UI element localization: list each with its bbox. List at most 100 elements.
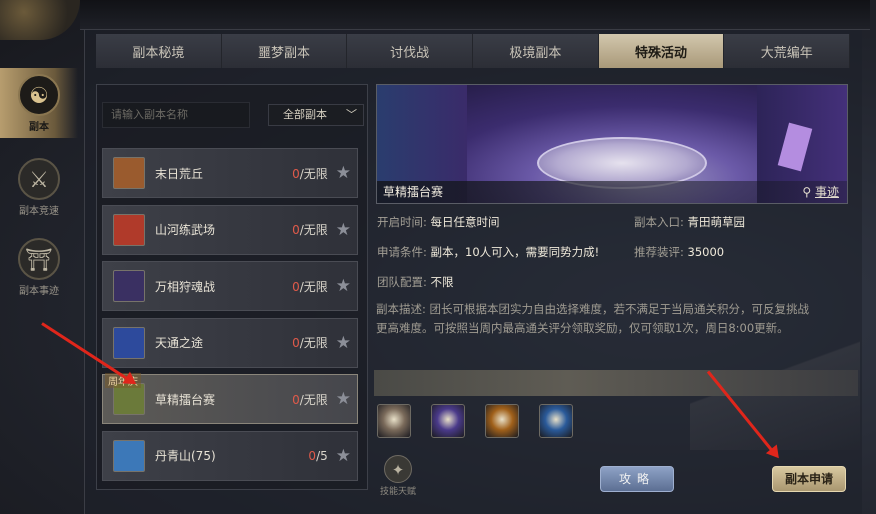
entry-limit: /无限 [299,166,328,181]
favorite-star-icon[interactable]: ★ [336,446,351,466]
nav-speedrun-label: 副本竞速 [19,206,59,217]
banner-caption-strip [377,181,847,203]
open-time-row: 开启时间: 每日任意时间 [377,214,500,230]
entry-count: 0/无限 [292,165,328,182]
open-time-value: 每日任意时间 [430,215,500,229]
gear-value: 35000 [687,245,725,259]
entry-count: 0/5 [308,449,327,463]
records-link[interactable]: ⚲ 事迹 [802,183,839,200]
skill-talent-button[interactable]: ✦ 技能天赋 [376,455,420,497]
entrance-label: 副本入口: [634,215,684,229]
entrance-row: 副本入口: 青田萌草园 [634,214,745,230]
dungeon-thumbnail-icon [113,213,145,246]
favorite-star-icon[interactable]: ★ [336,163,351,183]
nav-records-label: 副本事迹 [19,286,59,297]
guide-button[interactable]: 攻略 [600,466,674,492]
entry-done: 0 [292,223,300,237]
filter-selected-value: 全部副本 [283,108,327,121]
open-time-label: 开启时间: [377,215,427,229]
filter-dropdown[interactable]: 全部副本 ﹀ [268,104,364,126]
banner-title: 草精擂台赛 [383,185,444,199]
dungeon-name: 山河练武场 [155,223,216,237]
speedrun-icon: ⚔ [18,158,60,200]
tab-nightmare[interactable]: 噩梦副本 [221,34,348,68]
dungeon-list-item[interactable]: 山河练武场 0/无限 ★ [102,204,358,255]
team-row: 团队配置: 不限 [377,274,454,290]
dungeon-list-item[interactable]: 丹青山(75) 0/5 ★ [102,430,358,481]
entry-limit: /5 [316,448,328,463]
favorite-star-icon[interactable]: ★ [336,389,351,409]
tab-crusade[interactable]: 讨伐战 [347,34,474,68]
favorite-star-icon[interactable]: ★ [336,333,351,353]
magic-hands-reward-icon[interactable] [431,404,465,438]
entry-done: 0 [292,392,300,407]
magnifier-icon: ⚲ [802,185,812,199]
entry-done: 0 [292,279,300,294]
game-window: ☯ 副本 ⚔ 副本竞速 ⛩ 副本事迹 副本秘境 噩梦副本 讨伐战 极境副本 特殊… [0,0,876,514]
dungeon-icon: ☯ [18,74,60,116]
apply-dungeon-button[interactable]: 副本申请 [772,466,846,492]
dungeon-thumbnail-icon [113,439,145,472]
title-bar [80,0,870,30]
entry-done: 0 [292,336,300,350]
tab-secret-realm[interactable]: 副本秘境 [96,34,222,68]
dungeon-name: 丹青山(75) [155,449,216,463]
talent-icon: ✦ [384,455,412,483]
entry-done: 0 [308,448,317,463]
dungeon-name: 草精擂台赛 [155,392,216,407]
entry-limit: /无限 [299,336,328,350]
condition-row: 申请条件: 副本，10人可入，需要同势力成! [377,244,599,260]
entry-limit: /无限 [299,392,328,407]
dungeon-name: 万相狩魂战 [155,279,216,294]
dungeon-thumbnail-icon [113,270,145,302]
nav-records[interactable]: ⛩ 副本事迹 [0,232,78,302]
entry-limit: /无限 [299,223,328,237]
entry-count: 0/无限 [292,221,328,238]
dungeon-list-item[interactable]: 万相狩魂战 0/无限 ★ [102,261,358,311]
favorite-star-icon[interactable]: ★ [336,276,351,296]
dungeon-list-item[interactable]: 周年庆草精擂台赛0/无限★ [102,373,358,424]
description-text: 团长可根据本团实力自由选择难度，若不满足于当局通关积分，可反复挑战更高难度。可按… [376,302,810,335]
dungeon-list-item[interactable]: 末日荒丘 0/无限 ★ [102,148,358,198]
search-input[interactable]: 请输入副本名称 [102,102,250,128]
left-nav: ☯ 副本 ⚔ 副本竞速 ⛩ 副本事迹 [0,60,80,360]
sword-orb-reward-icon[interactable] [539,404,573,438]
dungeon-banner: 草精擂台赛 ⚲ 事迹 [376,84,848,204]
condition-label: 申请条件: [377,245,427,259]
talent-label: 技能天赋 [379,487,416,497]
condition-value: 副本，10人可入，需要同势力成! [430,245,600,259]
tab-bar: 副本秘境 噩梦副本 讨伐战 极境副本 特殊活动 大荒编年 [96,34,851,68]
chevron-down-icon: ﹀ [346,108,357,121]
team-label: 团队配置: [377,275,427,289]
favorite-star-icon[interactable]: ★ [336,220,351,240]
description-label: 副本描述: [376,302,426,316]
tab-extreme[interactable]: 极境副本 [473,34,599,68]
team-value: 不限 [430,275,454,289]
dungeon-list-item[interactable]: 天通之途 0/无限 ★ [102,317,358,368]
entrance-value: 青田萌草园 [687,215,746,229]
tab-chronicle[interactable]: 大荒编年 [724,34,851,68]
nav-dungeon-label: 副本 [29,122,49,133]
entry-count: 0/无限 [292,334,328,351]
gear-label: 推荐装评: [634,245,684,259]
entry-count: 0/无限 [292,278,328,295]
reward-list [377,404,573,438]
records-icon: ⛩ [18,238,60,280]
fire-orb-reward-icon[interactable] [485,404,519,438]
dungeon-name: 天通之途 [155,336,204,350]
dungeon-name: 末日荒丘 [155,166,204,181]
entry-count: 0/无限 [292,391,328,408]
entry-limit: /无限 [299,279,328,294]
gear-row: 推荐装评: 35000 [634,244,724,260]
dungeon-description: 副本描述: 团长可根据本团实力自由选择难度，若不满足于当局通关积分，可反复挑战更… [376,300,812,338]
entry-done: 0 [292,166,300,181]
records-link-label: 事迹 [814,185,839,199]
dungeon-thumbnail-icon [113,157,145,189]
dungeon-list: 末日荒丘0/无限★山河练武场0/无限★万相狩魂战0/无限★天通之途0/无限★周年… [102,148,358,487]
nav-speedrun[interactable]: ⚔ 副本竞速 [0,152,78,222]
nav-dungeon[interactable]: ☯ 副本 [0,68,78,138]
tab-special-event[interactable]: 特殊活动 [598,34,725,68]
portrait-reward-icon[interactable] [377,404,411,438]
corner-ornament [0,0,80,40]
dungeon-thumbnail-icon [113,326,145,359]
